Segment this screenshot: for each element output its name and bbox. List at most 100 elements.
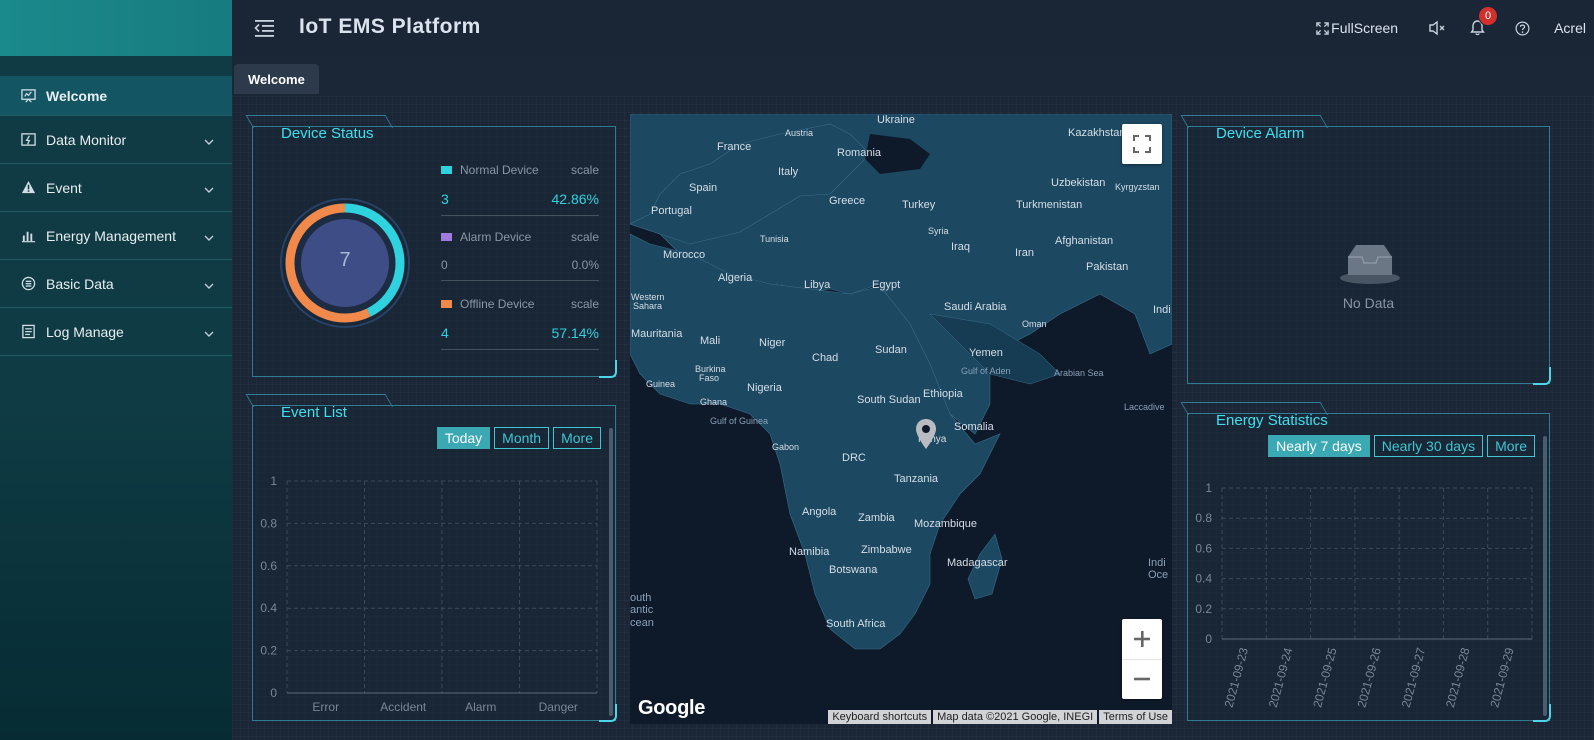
app-title: IoT EMS Platform [299, 15, 481, 38]
map-label: Chad [812, 352, 839, 364]
device-total: 7 [339, 249, 351, 271]
notifications-button[interactable]: 0 [1470, 6, 1499, 36]
more-button[interactable]: More [1487, 435, 1535, 457]
fullscreen-label: FullScreen [1331, 20, 1399, 36]
map-label: Morocco [663, 249, 706, 261]
x-tick-label: Danger [539, 700, 578, 714]
terms-of-use-link[interactable]: Terms of Use [1099, 710, 1172, 724]
map-fullscreen-button[interactable] [1122, 124, 1162, 164]
legend-label: Alarm Device [460, 230, 532, 244]
y-tick-label: 0.2 [260, 644, 277, 658]
legend-label: Offline Device [460, 297, 535, 311]
top-actions: FullScreen 0 Acrel [1316, 0, 1594, 56]
map-label: Angola [802, 506, 837, 518]
sidebar-item-data-monitor[interactable]: Data Monitor [0, 116, 232, 164]
fullscreen-button[interactable]: FullScreen [1316, 20, 1398, 36]
scrollbar[interactable] [1543, 436, 1547, 716]
map-label: Syria [928, 226, 949, 236]
map-label: Somalia [954, 421, 994, 433]
map-label: Nigeria [747, 382, 782, 394]
minus-icon [1134, 677, 1150, 681]
sidebar-item-energy-management[interactable]: Energy Management [0, 212, 232, 260]
legend-count: 4 [441, 325, 449, 341]
keyboard-shortcuts-link[interactable]: Keyboard shortcuts [828, 710, 932, 724]
mute-button[interactable] [1428, 20, 1446, 36]
panel-corner-decoration [599, 704, 617, 722]
y-tick-label: 0.6 [1195, 541, 1212, 555]
x-tick-label: 2021-09-28 [1443, 646, 1472, 709]
tab-welcome[interactable]: Welcome [234, 64, 319, 94]
sidebar-item-label: Energy Management [46, 227, 176, 244]
map-label: Greece [829, 195, 866, 207]
y-tick-label: 0.2 [1195, 602, 1212, 616]
x-tick-label: Error [312, 700, 339, 714]
map-label: antic [630, 604, 654, 616]
sidebar-item-log-manage[interactable]: Log Manage [0, 308, 232, 356]
legend-scale-label: scale [570, 230, 599, 244]
panel-corner-decoration [1533, 704, 1551, 722]
sidebar-item-basic-data[interactable]: Basic Data [0, 260, 232, 308]
help-button[interactable] [1515, 21, 1530, 36]
legend-count: 3 [441, 191, 449, 207]
map-label: Yemen [969, 347, 1003, 359]
sidebar-item-welcome[interactable]: Welcome [0, 76, 232, 116]
more-button[interactable]: More [553, 427, 601, 449]
sidebar-item-event[interactable]: Event [0, 164, 232, 212]
y-tick-label: 0.8 [1195, 511, 1212, 525]
scrollbar[interactable] [609, 428, 613, 716]
y-tick-label: 1 [270, 474, 277, 488]
tab-bar: Welcome [232, 56, 1594, 97]
legend-scale-label: scale [570, 163, 599, 177]
map-label: Niger [759, 337, 786, 349]
panel-title: Device Alarm [1216, 125, 1305, 142]
nearly-7-days-button[interactable]: Nearly 7 days [1268, 435, 1370, 457]
warning-icon [20, 180, 36, 196]
map-label: Gulf of Guinea [710, 416, 769, 426]
map-marker-icon[interactable] [915, 418, 937, 455]
legend-swatch [441, 300, 452, 308]
map-label: Indi [1148, 557, 1166, 569]
y-tick-label: 0 [1205, 632, 1212, 646]
zoom-in-button[interactable] [1122, 619, 1162, 660]
google-logo: Google [638, 697, 706, 719]
map-label: Tanzania [894, 473, 939, 485]
energy-statistics-panel: Energy Statistics Nearly 7 days Nearly 3… [1180, 402, 1551, 722]
event-list-panel: Event List Today Month More 0 0.2 0.4 0.6 0.… [245, 394, 617, 722]
today-button[interactable]: Today [436, 427, 491, 449]
bar-chart-icon [20, 228, 36, 244]
expand-icon [1133, 135, 1151, 153]
map-label: Saudi Arabia [944, 301, 1007, 313]
y-tick-label: 0.8 [260, 516, 277, 530]
map[interactable]: Ukraine Austria Kazakhstan France Romani… [630, 114, 1172, 724]
zoom-out-button[interactable] [1122, 660, 1162, 700]
map-label: Sudan [875, 344, 907, 356]
map-label: Mozambique [914, 518, 977, 530]
map-label: Oman [1022, 319, 1047, 329]
y-tick-label: 0.4 [260, 601, 277, 615]
x-tick-label: 2021-09-27 [1399, 646, 1428, 709]
energy-filter-buttons: Nearly 7 days Nearly 30 days More [1264, 435, 1535, 457]
map-label: Turkmenistan [1016, 199, 1083, 211]
legend-percent: 42.86% [551, 191, 599, 207]
chevron-down-icon [204, 180, 214, 196]
chevron-down-icon [204, 276, 214, 292]
map-label: Spain [689, 182, 718, 194]
panel-corner-decoration [599, 360, 617, 378]
nearly-30-days-button[interactable]: Nearly 30 days [1373, 435, 1484, 457]
device-alarm-panel: Device Alarm No Data [1180, 115, 1551, 385]
map-label: cean [630, 617, 654, 629]
menu-toggle-icon[interactable] [254, 18, 276, 38]
map-label: Tunisia [760, 234, 789, 244]
legend-normal-device: Normal Device scale 3 42.86% [441, 163, 599, 216]
x-tick-label: 2021-09-24 [1266, 646, 1295, 709]
monitor-icon [20, 132, 36, 148]
map-label: Libya [804, 279, 831, 291]
energy-chart: 0 0.2 0.4 0.6 0.8 1 2021-09-23 2021-09-24 2021-0… [1195, 481, 1533, 709]
map-label: Romania [837, 147, 882, 159]
device-status-panel: Device Status 7 Normal Device scale 3 42.… [245, 115, 617, 378]
map-label: Portugal [651, 205, 692, 217]
month-button[interactable]: Month [494, 427, 550, 449]
user-menu[interactable]: Acrel [1554, 20, 1586, 36]
map-label: Faso [699, 373, 720, 383]
legend-swatch [441, 233, 452, 241]
